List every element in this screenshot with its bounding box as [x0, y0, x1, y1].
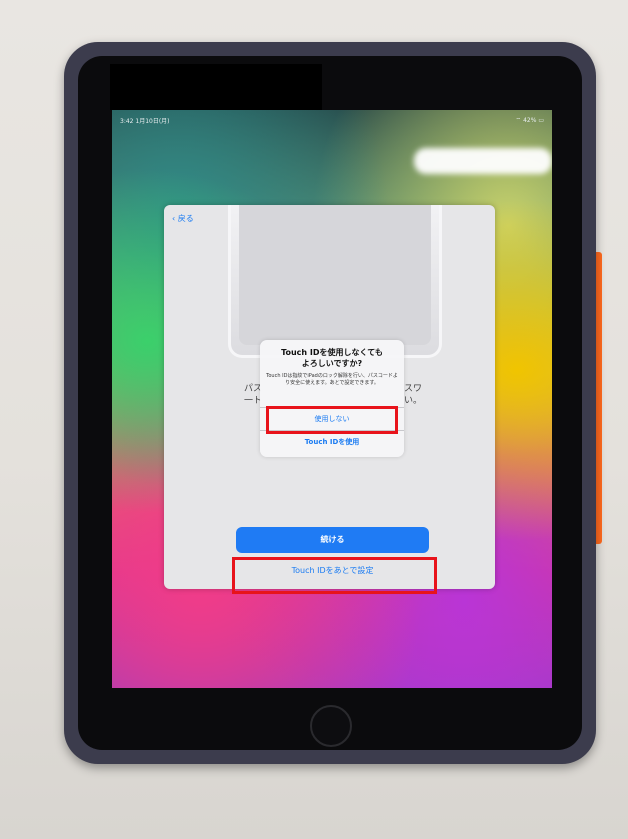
use-touch-id-button[interactable]: Touch IDを使用	[260, 431, 404, 453]
highlight-box-dont-use	[266, 406, 398, 434]
setup-sheet: ‹ 戻る パス 一ト スワ い。 Touch IDを使用しなくても よろしいです…	[164, 205, 495, 589]
ipad-screen: 3:42 1月10日(月) ⌔ 42% ▭ ‹ 戻る パス 一ト スワ い。 T…	[112, 110, 552, 688]
alert-title: Touch IDを使用しなくても よろしいですか?	[281, 348, 383, 368]
touch-id-alert: Touch IDを使用しなくても よろしいですか? Touch IDは指紋でiP…	[260, 340, 404, 457]
highlight-box-set-up-later	[232, 557, 437, 594]
status-battery-wifi: ⌔ 42% ▭	[515, 117, 544, 124]
ipad-illustration	[228, 205, 442, 358]
status-bar: 3:42 1月10日(月) ⌔ 42% ▭	[120, 114, 544, 126]
home-button[interactable]	[310, 705, 352, 747]
continue-button[interactable]: 続ける	[236, 527, 429, 553]
redaction-bar	[110, 64, 322, 110]
back-button[interactable]: ‹ 戻る	[172, 213, 194, 224]
status-time: 3:42 1月10日(月)	[120, 118, 170, 125]
alert-message: Touch IDは指紋でiPadのロック解除を行い、パスコードより安全に使えます…	[266, 373, 398, 386]
setup-body-text-right: スワ い。	[404, 384, 423, 406]
ipad-illustration-screen	[239, 205, 431, 345]
light-glare	[414, 148, 552, 174]
